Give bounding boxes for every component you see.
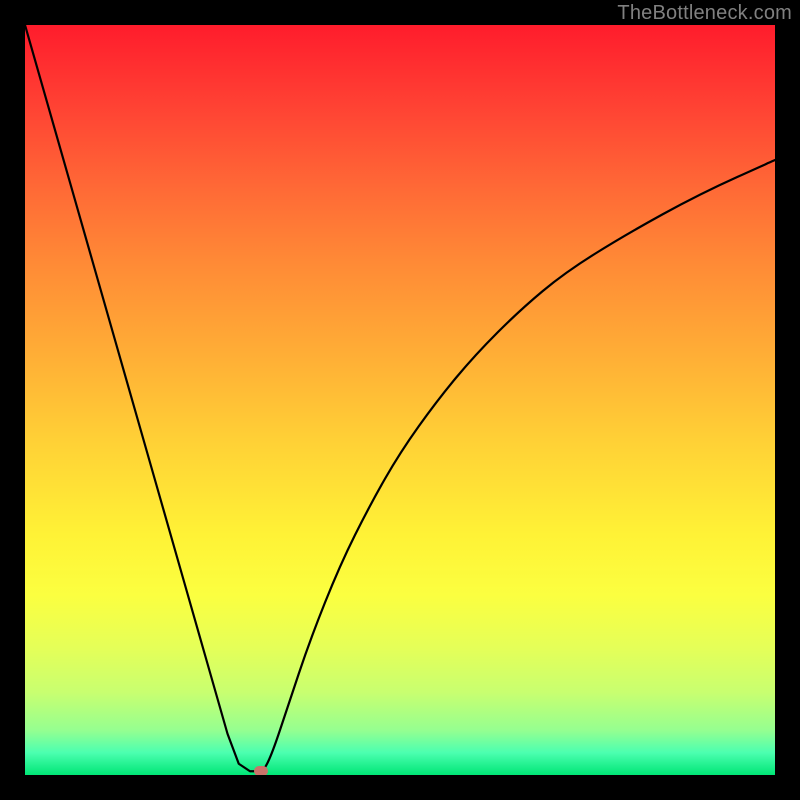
- plot-area: [25, 25, 775, 775]
- watermark-text: TheBottleneck.com: [617, 2, 792, 25]
- bottleneck-curve: [25, 25, 775, 771]
- curve-svg: [25, 25, 775, 775]
- optimum-marker: [254, 766, 268, 775]
- chart-frame: TheBottleneck.com: [0, 0, 800, 800]
